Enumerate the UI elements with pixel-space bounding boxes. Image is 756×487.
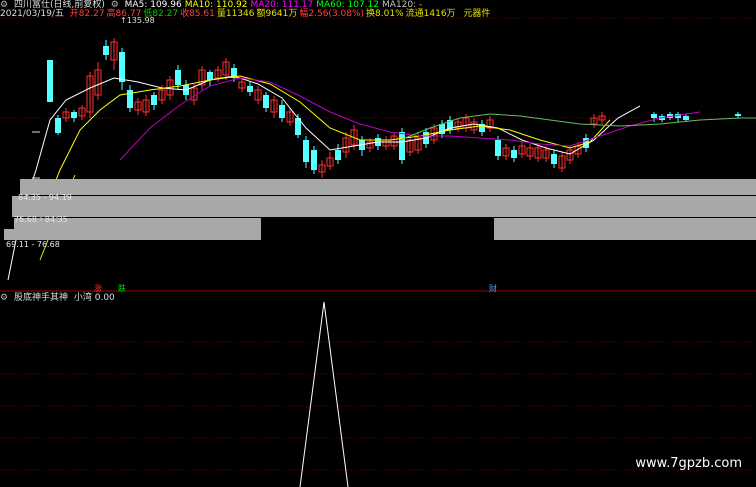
candle-body xyxy=(651,114,657,118)
indicator-spike xyxy=(299,301,349,487)
ma5-line xyxy=(7,75,641,281)
indicator-value: 0.00 xyxy=(94,293,115,303)
indicator-name: 股底神手其神 xyxy=(13,293,68,303)
candle-body xyxy=(303,140,309,162)
candle-body xyxy=(311,150,317,170)
candle-body xyxy=(263,95,269,108)
watermark: www.7gpzb.com xyxy=(635,456,742,471)
volume-profile-bar xyxy=(20,179,756,195)
candle-body xyxy=(495,140,501,156)
indicator-header: ⚙ 股底神手其神 小湾 0.00 xyxy=(0,293,118,303)
candle-body xyxy=(71,112,77,118)
candle-body xyxy=(47,60,53,102)
candle-body xyxy=(55,118,61,133)
volume-profile-range: 76.68 - 84.35 xyxy=(14,215,68,224)
volume-profile-gap xyxy=(261,230,494,240)
volume-profile-bar xyxy=(494,218,756,240)
chart-high-label: ↑135.98 xyxy=(120,16,155,25)
candle-body xyxy=(151,95,157,105)
indicator-settings-icon[interactable]: ⚙ xyxy=(0,293,8,303)
candle-body xyxy=(551,154,557,164)
finance-event-marker[interactable]: 财 xyxy=(488,284,498,294)
down-event-marker[interactable]: 跌 xyxy=(117,284,127,294)
candle-body xyxy=(103,46,109,55)
volume-profile-range: 69.11 - 76.68 xyxy=(6,240,60,249)
candle-body xyxy=(399,132,405,160)
candle-body xyxy=(683,116,689,120)
volume-profile-bar xyxy=(4,229,14,240)
candle-body xyxy=(335,150,341,160)
candle-body xyxy=(247,86,253,92)
candle-body xyxy=(511,150,517,158)
candle-body xyxy=(175,70,181,85)
candle-body xyxy=(735,114,741,116)
candle-body xyxy=(119,52,125,82)
candle-body xyxy=(279,105,285,118)
price-chart[interactable] xyxy=(0,0,756,487)
candle-body xyxy=(207,72,213,80)
volume-profile-range: 84.35 - 94.19 xyxy=(18,193,72,202)
volume-profile-bar xyxy=(12,196,756,217)
indicator-series-label: 小湾 xyxy=(73,293,92,303)
